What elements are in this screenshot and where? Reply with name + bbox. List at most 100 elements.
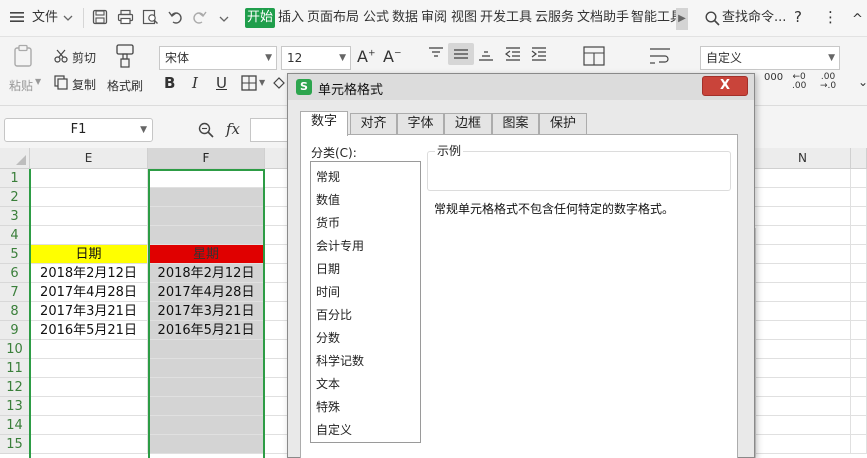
paste-icon[interactable] [12,44,34,72]
cell-f[interactable]: 2018年2月12日 [148,264,265,283]
cell-e[interactable] [30,169,148,188]
row-header[interactable]: 13 [0,397,30,416]
wrap-text-icon[interactable] [649,46,671,70]
category-item[interactable]: 文本 [316,375,340,392]
cell-e[interactable] [30,207,148,226]
decrease-font-button[interactable]: A− [383,47,402,66]
format-painter-button[interactable]: 格式刷 [107,77,143,94]
zoom-icon[interactable] [198,122,214,142]
indent-icon[interactable] [531,47,547,65]
bold-button[interactable]: B [164,74,175,92]
category-item[interactable]: 常规 [316,168,340,185]
row-header[interactable]: 7 [0,283,30,302]
row-header[interactable]: 11 [0,359,30,378]
cell-n[interactable] [755,359,851,378]
cell-f[interactable]: 2017年3月21日 [148,302,265,321]
row-header[interactable]: 9 [0,321,30,340]
search-icon[interactable] [705,11,720,29]
cell-o[interactable] [851,397,867,416]
tab-cloud[interactable]: 云服务 [535,9,574,27]
category-item[interactable]: 数值 [316,191,340,208]
italic-button[interactable]: I [192,74,198,92]
tab-review[interactable]: 审阅 [421,9,447,27]
cell-e[interactable]: 2018年2月12日 [30,264,148,283]
cell-o[interactable] [851,245,867,264]
row-header[interactable]: 6 [0,264,30,283]
cell-o[interactable] [851,188,867,207]
tab-start[interactable]: 开始 [245,8,275,28]
tab-doc-assistant[interactable]: 文档助手 [577,9,629,27]
paste-dropdown-icon[interactable]: ▼ [35,77,41,86]
cell-n[interactable] [755,435,851,454]
align-top-icon[interactable] [428,47,444,65]
row-header[interactable]: 8 [0,302,30,321]
row-header[interactable]: 12 [0,378,30,397]
more-button[interactable]: ⋮ [823,8,838,26]
cell-o[interactable] [851,264,867,283]
thousands-format-button[interactable]: 000 [764,73,783,83]
column-header-e[interactable]: E [30,148,148,169]
ribbon-scroll-right-icon[interactable]: ⌄ [858,75,867,89]
cell-o[interactable] [851,283,867,302]
tab-pattern[interactable]: 图案 [492,113,539,135]
cell-e[interactable]: 2017年4月28日 [30,283,148,302]
cell-f[interactable] [148,359,265,378]
row-header[interactable]: 2 [0,188,30,207]
row-header[interactable]: 15 [0,435,30,454]
fx-button[interactable]: fx [226,120,240,138]
cell-o[interactable] [851,321,867,340]
cell-n[interactable] [755,207,851,226]
outdent-icon[interactable] [505,47,521,65]
cell-e[interactable] [30,435,148,454]
formula-input[interactable] [250,118,290,142]
cut-button[interactable]: 剪切 [72,49,96,66]
cell-f[interactable] [148,226,265,245]
cell-o[interactable] [851,359,867,378]
cell-f[interactable]: 星期 [148,245,265,264]
category-item[interactable]: 科学记数 [316,352,364,369]
cell-o[interactable] [851,435,867,454]
hamburger-icon[interactable] [10,10,24,27]
cell-n[interactable] [755,321,851,340]
cell-n[interactable] [755,340,851,359]
category-item[interactable]: 特殊 [316,398,340,415]
cell-f[interactable] [148,188,265,207]
print-preview-icon[interactable] [142,9,159,28]
cell-f[interactable] [148,340,265,359]
category-item[interactable]: 自定义 [316,421,352,438]
cell-n[interactable] [755,169,851,188]
cell-o[interactable] [851,207,867,226]
cell-o[interactable] [851,226,867,245]
print-icon[interactable] [117,9,134,28]
tab-number[interactable]: 数字 [300,111,348,136]
border-icon[interactable] [241,75,257,95]
category-list[interactable]: 常规 数值 货币 会计专用 日期 时间 百分比 分数 科学记数 文本 特殊 自定… [310,161,421,443]
cell-e[interactable] [30,397,148,416]
tab-page-layout[interactable]: 页面布局 [307,9,359,27]
quick-access-dropdown-icon[interactable] [219,13,229,27]
cell-e[interactable] [30,359,148,378]
cell-n[interactable] [755,416,851,435]
cell-f[interactable] [148,435,265,454]
cell-o[interactable] [851,169,867,188]
cell-f[interactable] [148,416,265,435]
column-header-f[interactable]: F [148,148,265,169]
tab-insert[interactable]: 插入 [278,9,304,27]
tab-alignment[interactable]: 对齐 [350,113,397,135]
search-command[interactable]: 查找命令... [722,9,786,27]
tab-border[interactable]: 边框 [444,113,492,135]
collapse-ribbon-button[interactable]: ^ [852,11,863,29]
cell-e[interactable] [30,226,148,245]
cell-o[interactable] [851,340,867,359]
tab-view[interactable]: 视图 [451,9,477,27]
column-header-n[interactable]: N [755,148,851,169]
category-item[interactable]: 时间 [316,283,340,300]
tab-smart-tools[interactable]: 智能工具 [631,9,676,27]
chevron-down-icon[interactable] [63,12,73,26]
row-header[interactable]: 1 [0,169,30,188]
merge-cells-icon[interactable] [583,46,605,70]
cell-n[interactable] [755,302,851,321]
row-header[interactable]: 5 [0,245,30,264]
cell-n[interactable] [755,397,851,416]
column-header-o[interactable] [851,148,867,169]
